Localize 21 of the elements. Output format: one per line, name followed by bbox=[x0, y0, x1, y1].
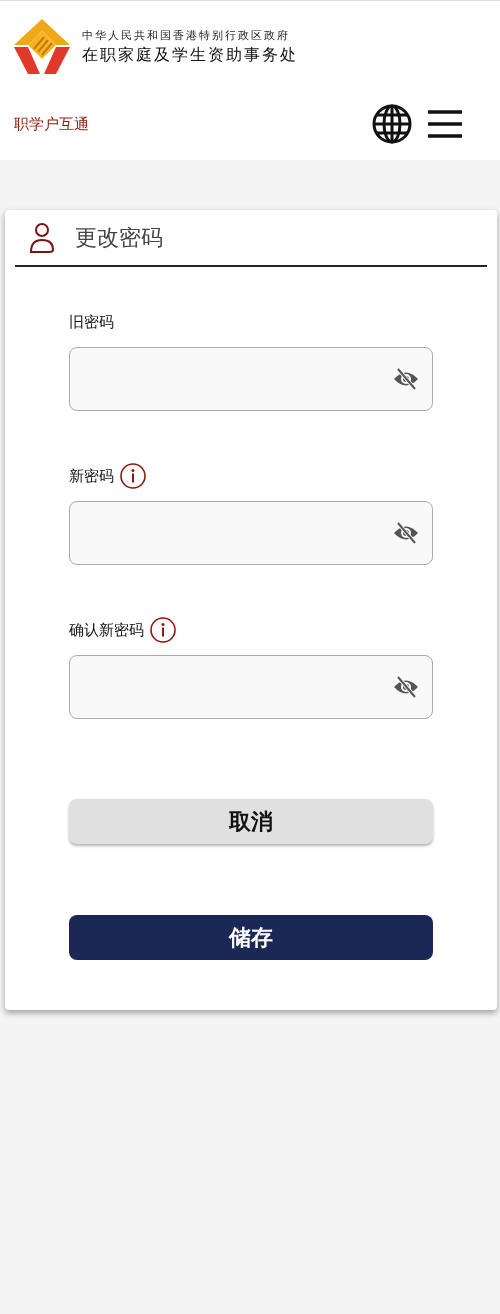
field-label: 新密码 bbox=[69, 466, 114, 486]
password-field[interactable] bbox=[69, 347, 433, 411]
app-name[interactable]: 职学户互通 bbox=[14, 114, 89, 134]
save-button[interactable]: 储存 bbox=[69, 915, 433, 960]
field-label: 旧密码 bbox=[69, 312, 114, 332]
info-icon[interactable] bbox=[120, 463, 146, 489]
logo-icon bbox=[14, 19, 70, 74]
cancel-button[interactable]: 取消 bbox=[69, 799, 433, 844]
menu-icon[interactable] bbox=[428, 110, 462, 138]
eye-slash-icon[interactable] bbox=[392, 675, 420, 699]
globe-icon[interactable] bbox=[372, 104, 412, 144]
office-name: 在职家庭及学生资助事务处 bbox=[82, 44, 298, 66]
user-icon bbox=[29, 221, 55, 254]
password-field[interactable] bbox=[69, 655, 433, 719]
eye-slash-icon[interactable] bbox=[392, 521, 420, 545]
info-icon[interactable] bbox=[150, 617, 176, 643]
card-title: 更改密码 bbox=[75, 223, 163, 252]
eye-slash-icon[interactable] bbox=[392, 367, 420, 391]
field-label: 确认新密码 bbox=[69, 620, 144, 640]
password-field[interactable] bbox=[69, 501, 433, 565]
government-name: 中华人民共和国香港特别行政区政府 bbox=[82, 27, 291, 43]
